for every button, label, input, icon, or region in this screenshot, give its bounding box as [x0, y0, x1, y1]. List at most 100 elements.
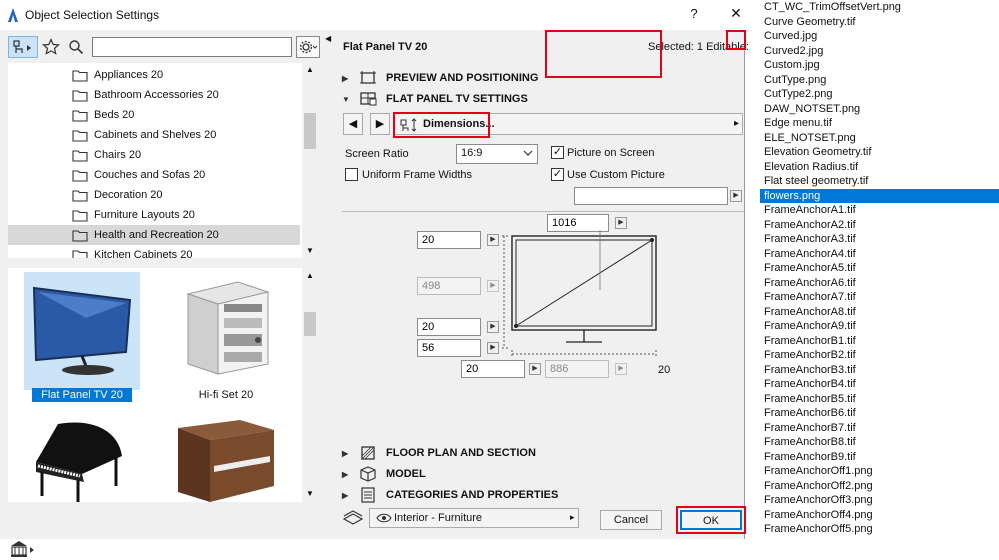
expand-arrow-icon: ▶	[342, 73, 349, 83]
thumb-grand-piano[interactable]	[22, 416, 140, 502]
tree-item[interactable]: Appliances 20	[8, 65, 300, 85]
file-list-item[interactable]: FrameAnchorA8.tif	[760, 305, 999, 320]
file-list-item[interactable]: FrameAnchorB4.tif	[760, 377, 999, 392]
frame-left-arrow[interactable]: ▶	[529, 363, 541, 375]
pane-splitter[interactable]: ◀	[322, 30, 334, 539]
prev-page-button[interactable]: ◀	[343, 113, 363, 135]
scroll-down-icon[interactable]: ▼	[306, 246, 314, 255]
file-list-item[interactable]: FrameAnchorA5.tif	[760, 261, 999, 276]
screen-ratio-select[interactable]: 16:9	[456, 144, 538, 164]
browse-picture-button[interactable]: ▶	[730, 190, 742, 202]
layer-icon	[342, 509, 364, 525]
section-categories[interactable]: ▶ CATEGORIES AND PROPERTIES	[342, 485, 744, 505]
frame-bottom-field[interactable]	[417, 318, 481, 336]
tree-scrollbar[interactable]: ▲ ▼	[302, 63, 318, 258]
scroll-up-icon[interactable]: ▲	[306, 65, 314, 74]
file-list-item[interactable]: FrameAnchorA9.tif	[760, 319, 999, 334]
thumb-label-hifi-set[interactable]: Hi-fi Set 20	[174, 388, 278, 402]
file-list-item[interactable]: flowers.png	[760, 188, 999, 203]
scroll-up-icon[interactable]: ▲	[306, 271, 314, 280]
library-view-button[interactable]	[8, 36, 38, 58]
file-list-item[interactable]: FrameAnchorB6.tif	[760, 406, 999, 421]
file-list-item[interactable]: FrameAnchorA1.tif	[760, 203, 999, 218]
thumb-flat-panel-tv[interactable]	[24, 272, 140, 390]
section-floor-plan[interactable]: ▶ FLOOR PLAN AND SECTION	[342, 443, 744, 463]
section-flat-panel-settings[interactable]: ▼ FLAT PANEL TV SETTINGS	[342, 89, 744, 109]
file-list-item[interactable]: FrameAnchorA2.tif	[760, 218, 999, 233]
scroll-down-icon[interactable]: ▼	[306, 489, 314, 498]
file-list-item[interactable]: Flat steel geometry.tif	[760, 174, 999, 189]
folder-icon	[72, 208, 88, 222]
file-list-item[interactable]: Elevation Geometry.tif	[760, 145, 999, 160]
thumb-scroll-thumb[interactable]	[304, 312, 316, 336]
frame-bottom-arrow[interactable]: ▶	[487, 321, 499, 333]
file-list-item[interactable]: Custom.jpg	[760, 58, 999, 73]
tree-item-label: Kitchen Cabinets 20	[94, 249, 193, 258]
tree-scroll-thumb[interactable]	[304, 113, 316, 149]
frame-top-field[interactable]	[417, 231, 481, 249]
file-list-item[interactable]: FrameAnchorB1.tif	[760, 334, 999, 349]
picture-on-screen-checkbox[interactable]: ✓	[551, 146, 564, 159]
section-model[interactable]: ▶ MODEL	[342, 464, 744, 484]
file-list-item[interactable]: Edge menu.tif	[760, 116, 999, 131]
frame-left-field[interactable]	[461, 360, 525, 378]
file-list-item[interactable]: Curve Geometry.tif	[760, 15, 999, 30]
file-list-item[interactable]: ELE_NOTSET.png	[760, 131, 999, 146]
stand-height-field[interactable]	[417, 339, 481, 357]
file-list-item[interactable]: FrameAnchorA4.tif	[760, 247, 999, 262]
file-list-item[interactable]: FrameAnchorB9.tif	[760, 450, 999, 465]
search-button[interactable]	[65, 36, 87, 58]
tree-item[interactable]: Health and Recreation 20	[8, 225, 300, 245]
file-list-item[interactable]: FrameAnchorB5.tif	[760, 392, 999, 407]
tree-item[interactable]: Chairs 20	[8, 145, 300, 165]
collapse-left-icon[interactable]: ◀	[325, 34, 331, 43]
custom-picture-input[interactable]	[574, 187, 728, 205]
section-preview-positioning[interactable]: ▶ PREVIEW AND POSITIONING	[342, 68, 744, 88]
file-list-item[interactable]: FrameAnchorOff1.png	[760, 464, 999, 479]
file-list-item[interactable]: FrameAnchorB3.tif	[760, 363, 999, 378]
file-list-item[interactable]: FrameAnchorB7.tif	[760, 421, 999, 436]
thumb-upright-piano[interactable]	[166, 416, 284, 502]
file-list-item[interactable]: FrameAnchorB8.tif	[760, 435, 999, 450]
file-list-item[interactable]: CutType.png	[760, 73, 999, 88]
file-list-item[interactable]: FrameAnchorA6.tif	[760, 276, 999, 291]
tree-item[interactable]: Couches and Sofas 20	[8, 165, 300, 185]
top-width-arrow[interactable]: ▶	[615, 217, 627, 229]
thumb-hifi-set[interactable]	[166, 272, 284, 390]
favorites-button[interactable]	[40, 36, 62, 58]
file-list-item[interactable]: DAW_NOTSET.png	[760, 102, 999, 117]
stand-height-arrow[interactable]: ▶	[487, 342, 499, 354]
file-list-item[interactable]: CT_WC_TrimOffsetVert.png	[760, 0, 999, 15]
use-custom-picture-checkbox[interactable]: ✓	[551, 168, 564, 181]
layer-select[interactable]: Interior - Furniture ▸	[369, 508, 579, 528]
file-list-item[interactable]: FrameAnchorB2.tif	[760, 348, 999, 363]
tree-item[interactable]: Kitchen Cabinets 20	[8, 245, 300, 258]
file-list-item[interactable]: Curved2.jpg	[760, 44, 999, 59]
cancel-button[interactable]: Cancel	[600, 510, 662, 530]
file-list-item[interactable]: FrameAnchorOff5.png	[760, 522, 999, 537]
file-list-item[interactable]: FrameAnchorOff2.png	[760, 479, 999, 494]
file-list-item[interactable]: FrameAnchorOff3.png	[760, 493, 999, 508]
search-input[interactable]	[92, 37, 292, 57]
file-list-item[interactable]: Elevation Radius.tif	[760, 160, 999, 175]
file-list-item[interactable]: FrameAnchorA7.tif	[760, 290, 999, 305]
library-manager-button[interactable]	[8, 538, 38, 560]
file-list-item[interactable]: FrameAnchorOff4.png	[760, 508, 999, 523]
file-list-item[interactable]: Curved.jpg	[760, 29, 999, 44]
close-button[interactable]: ✕	[726, 5, 746, 23]
uniform-frame-checkbox[interactable]	[345, 168, 358, 181]
tree-item[interactable]: Cabinets and Shelves 20	[8, 125, 300, 145]
file-list-item[interactable]: FrameAnchorA3.tif	[760, 232, 999, 247]
thumbnail-scrollbar[interactable]: ▲ ▼	[302, 268, 318, 502]
tree-item[interactable]: Furniture Layouts 20	[8, 205, 300, 225]
next-page-button[interactable]: ▶	[370, 113, 390, 135]
file-list-item[interactable]: CutType2.png	[760, 87, 999, 102]
tree-item[interactable]: Bathroom Accessories 20	[8, 85, 300, 105]
frame-top-arrow[interactable]: ▶	[487, 234, 499, 246]
help-button[interactable]: ?	[684, 6, 704, 24]
tree-item[interactable]: Decoration 20	[8, 185, 300, 205]
tree-item[interactable]: Beds 20	[8, 105, 300, 125]
thumb-label-flat-panel-tv[interactable]: Flat Panel TV 20	[32, 388, 132, 402]
library-settings-button[interactable]	[296, 36, 320, 58]
object-thumbnails: Flat Panel TV 20 Hi-fi Set 20	[8, 268, 318, 502]
